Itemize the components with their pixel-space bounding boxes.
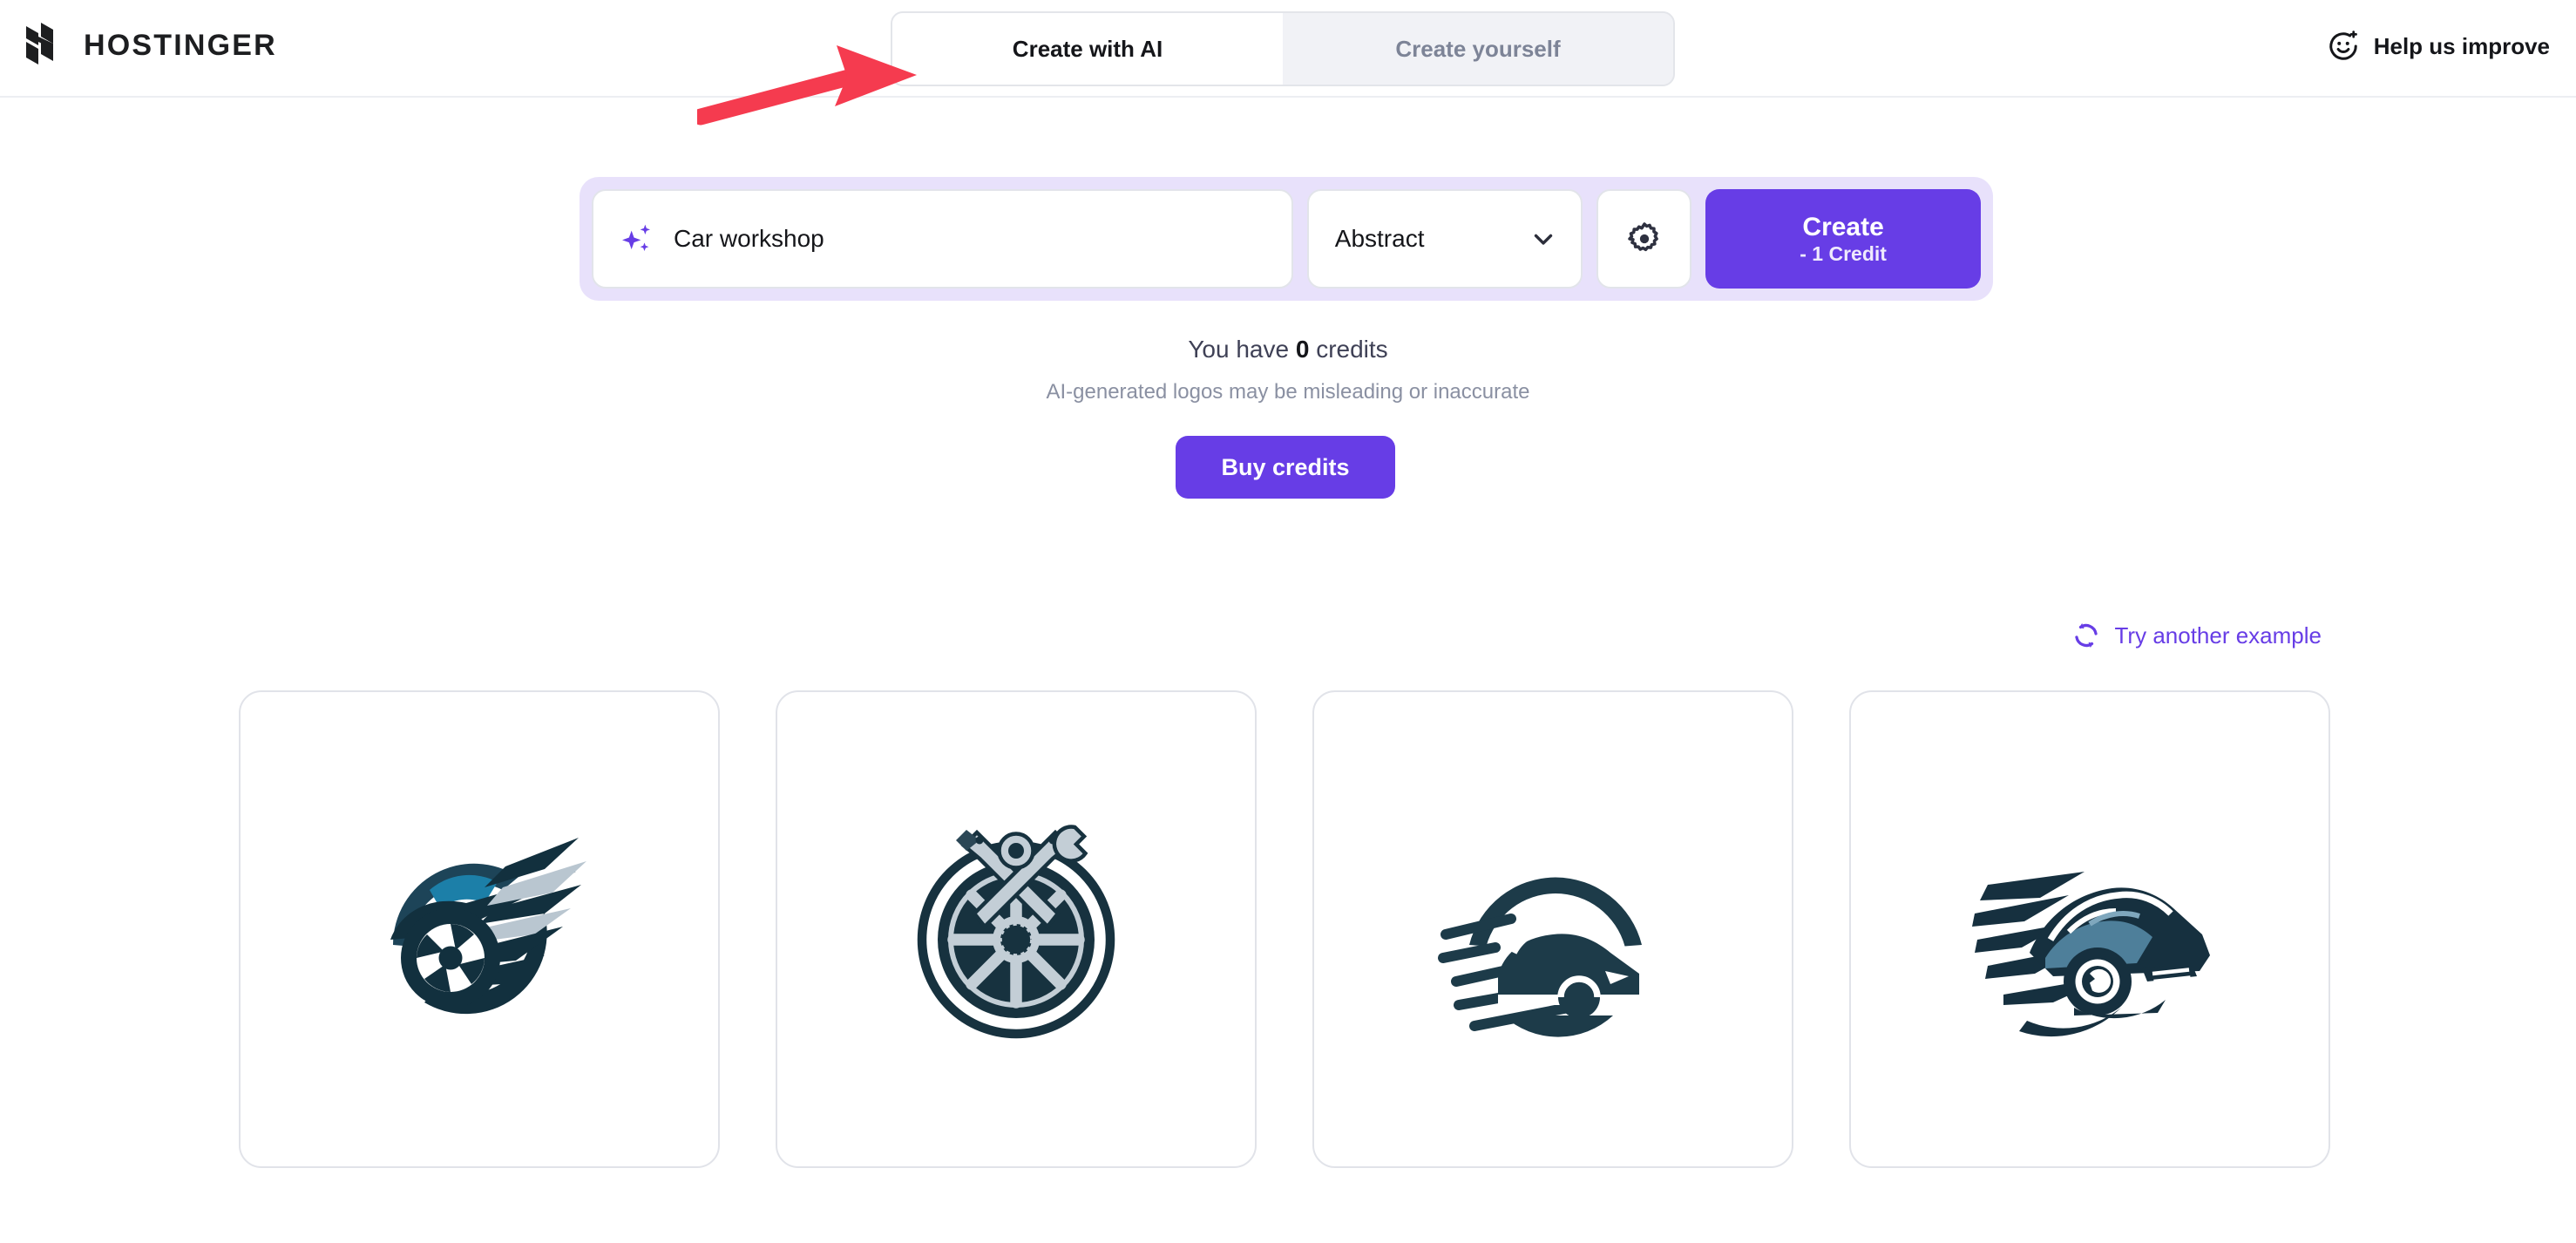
ai-disclaimer: AI-generated logos may be misleading or …	[1046, 380, 1530, 404]
logo-results-grid	[239, 690, 2330, 1168]
tab-create-with-ai[interactable]: Create with AI	[892, 13, 1283, 85]
credits-status: You have 0 credits	[0, 336, 2576, 363]
credits-amount: 0	[1295, 336, 1310, 363]
settings-button[interactable]	[1596, 189, 1692, 289]
tab-create-yourself-label: Create yourself	[1395, 35, 1561, 62]
try-another-example-button[interactable]: Try another example	[2071, 621, 2322, 650]
logo-wheel-wrenches-gear-icon	[917, 825, 1115, 1039]
chevron-down-icon	[1534, 234, 1553, 245]
style-select-value: Abstract	[1334, 225, 1425, 252]
tab-create-yourself[interactable]: Create yourself	[1283, 13, 1673, 85]
credits-prefix: You have	[1188, 336, 1296, 363]
help-us-improve-button[interactable]: Help us improve	[2327, 30, 2550, 63]
credits-suffix: credits	[1309, 336, 1388, 363]
app-header: HOSTINGER Create with AI Create yourself…	[0, 0, 2576, 126]
buy-credits-label: Buy credits	[1221, 453, 1350, 480]
style-select[interactable]: Abstract	[1306, 189, 1583, 289]
create-button-sublabel: - 1 Credit	[1800, 241, 1887, 265]
try-another-example-label: Try another example	[2114, 622, 2322, 649]
logo-card-2[interactable]	[776, 690, 1257, 1168]
smiley-sparkle-icon	[2329, 31, 2357, 60]
tab-create-with-ai-label: Create with AI	[1012, 35, 1163, 62]
buy-credits-button[interactable]: Buy credits	[1176, 436, 1395, 499]
logo-generator-bar: Car workshop Abstract Create - 1 Credit	[580, 177, 1993, 301]
logo-sports-car-speed-lines-icon	[1972, 872, 2210, 1037]
create-button[interactable]: Create - 1 Credit	[1705, 189, 1981, 289]
refresh-icon	[2074, 622, 2098, 649]
brand-name: HOSTINGER	[84, 29, 277, 62]
prompt-input[interactable]: Car workshop	[592, 189, 1293, 289]
logo-card-1[interactable]	[239, 690, 720, 1168]
logo-card-3[interactable]	[1312, 690, 1793, 1168]
help-us-improve-label: Help us improve	[2373, 32, 2550, 59]
sparkles-icon	[622, 224, 650, 251]
brand-logo[interactable]: HOSTINGER	[26, 23, 277, 68]
create-button-label: Create	[1802, 212, 1884, 241]
logo-card-4[interactable]	[1849, 690, 2330, 1168]
logo-speeding-car-arc-icon	[1438, 877, 1642, 1037]
gear-icon	[1627, 222, 1658, 252]
mode-tabs: Create with AI Create yourself	[891, 11, 1675, 86]
logo-abstract-car-wheel-swoosh-icon	[390, 838, 586, 1015]
prompt-input-value: Car workshop	[674, 225, 824, 252]
hostinger-h-logo-icon	[26, 23, 53, 65]
